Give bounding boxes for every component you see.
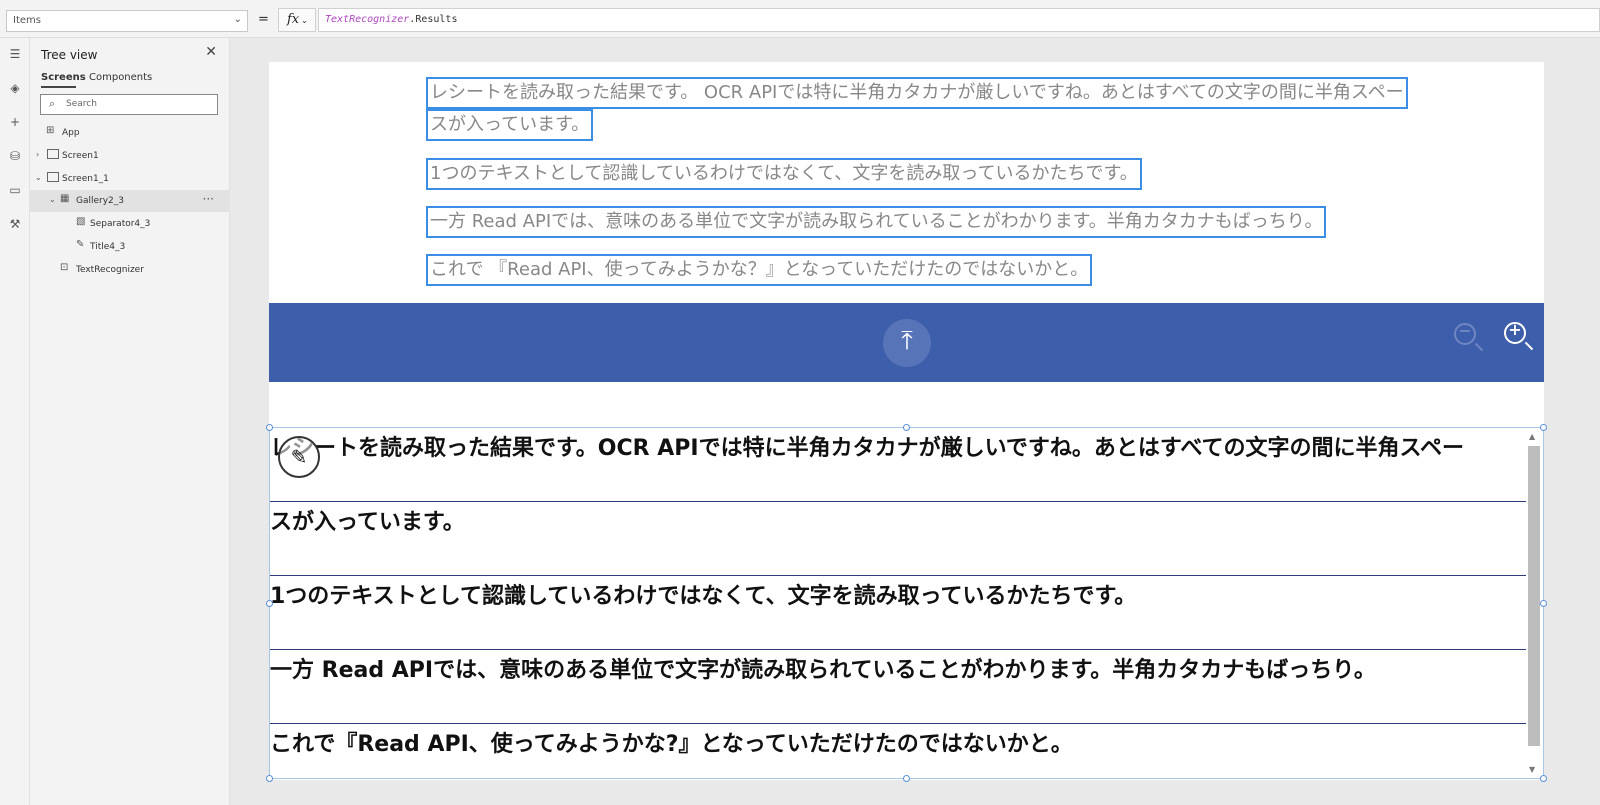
gallery-row[interactable]: 1つのテキストとして認識しているわけではなくて、文字を読み取っているかたちです。 bbox=[270, 576, 1526, 650]
formula-bar: Items ⌄ = fx ⌄ TextRecognizer.Results bbox=[0, 0, 1600, 38]
separator-icon: ▧ bbox=[76, 216, 86, 227]
data-icon[interactable]: ⛁ bbox=[5, 146, 25, 166]
ocr-line-box: スが入っています。 bbox=[426, 109, 594, 141]
chevron-right-icon[interactable]: › bbox=[36, 150, 39, 159]
tree-item-screen1-1[interactable]: ⌄ Screen1_1 bbox=[30, 168, 230, 190]
resize-handle[interactable] bbox=[1540, 600, 1547, 607]
label-icon: ✎ bbox=[76, 239, 85, 250]
resize-handle[interactable] bbox=[1540, 775, 1547, 782]
tree-item-label: Title4_3 bbox=[90, 242, 126, 252]
gallery-row[interactable]: スが入っています。 bbox=[270, 502, 1526, 576]
property-dropdown-value: Items bbox=[13, 15, 41, 26]
equals-sign: = bbox=[258, 12, 269, 27]
app-icon: ⊞ bbox=[46, 125, 55, 136]
search-placeholder: Search bbox=[66, 99, 97, 109]
upload-arrow-icon[interactable]: ⤒ bbox=[883, 319, 931, 367]
tab-components[interactable]: Components bbox=[89, 72, 152, 83]
scroll-up-icon[interactable]: ▲ bbox=[1529, 432, 1535, 441]
row-title: 1つのテキストとして認識しているわけではなくて、文字を読み取っているかたちです。 bbox=[270, 584, 1137, 609]
resize-handle[interactable] bbox=[266, 424, 273, 431]
gallery-row[interactable]: レシートを読み取った結果です。OCR APIでは特に半角カタカナが厳しいですね。… bbox=[270, 428, 1526, 502]
scroll-down-icon[interactable]: ▼ bbox=[1529, 765, 1535, 774]
tree-item-screen1[interactable]: › Screen1 bbox=[30, 145, 230, 167]
formula-property: .Results bbox=[409, 14, 458, 25]
tools-icon[interactable]: ⚒ bbox=[5, 214, 25, 234]
ocr-line-box: これで 『Read API、使ってみようかな？』となっていただけたのではないかと… bbox=[426, 254, 1093, 286]
tree-item-textrecognizer[interactable]: ⊡ TextRecognizer bbox=[30, 259, 230, 281]
tree-item-title4-3[interactable]: ✎ Title4_3 bbox=[30, 236, 230, 258]
formula-object: TextRecognizer bbox=[325, 14, 410, 25]
gallery-icon: ▦ bbox=[60, 193, 70, 204]
scroll-thumb[interactable] bbox=[1528, 446, 1540, 746]
media-icon[interactable]: ▭ bbox=[5, 180, 25, 200]
tree-item-gallery2-3[interactable]: ⌄ ▦ Gallery2_3 ··· bbox=[30, 190, 230, 212]
close-icon[interactable]: ✕ bbox=[205, 44, 217, 60]
tree-item-label: Screen1 bbox=[62, 151, 99, 161]
tree-item-label: Separator4_3 bbox=[90, 219, 151, 229]
chevron-down-icon[interactable]: ⌄ bbox=[49, 195, 56, 204]
tree-item-app[interactable]: ⊞ App bbox=[30, 122, 230, 144]
formula-input[interactable]: TextRecognizer.Results bbox=[318, 8, 1600, 32]
tree-view-panel: Tree view ✕ Screens Components ⌕ Search … bbox=[30, 38, 230, 805]
insert-plus-icon[interactable]: + bbox=[5, 112, 25, 132]
search-input[interactable]: ⌕ Search bbox=[40, 94, 218, 115]
tree-item-label: Screen1_1 bbox=[62, 174, 109, 184]
more-options-icon[interactable]: ··· bbox=[203, 192, 214, 206]
gallery-row[interactable]: これで『Read API、使ってみようかな?』となっていただけたのではないかと。 bbox=[270, 724, 1526, 798]
gallery-results[interactable]: レシートを読み取った結果です。OCR APIでは特に半角カタカナが厳しいですね。… bbox=[266, 424, 1547, 782]
tree-item-label: App bbox=[62, 128, 80, 138]
fx-icon: fx bbox=[287, 12, 300, 27]
chevron-down-icon[interactable]: ⌄ bbox=[35, 173, 42, 182]
tree-view-title: Tree view bbox=[41, 48, 98, 62]
screen-icon bbox=[47, 172, 59, 182]
resize-handle[interactable] bbox=[266, 775, 273, 782]
tree-item-label: Gallery2_3 bbox=[76, 196, 125, 206]
resize-handle[interactable] bbox=[266, 600, 273, 607]
tree-view-icon[interactable]: ◈ bbox=[5, 78, 25, 98]
property-dropdown[interactable]: Items ⌄ bbox=[6, 10, 248, 32]
ocr-line-box: 一方 Read APIでは、意味のある単位で文字が読み取られていることがわかりま… bbox=[426, 206, 1327, 238]
row-title: 一方 Read APIでは、意味のある単位で文字が読み取られていることがわかりま… bbox=[270, 658, 1376, 683]
screen-icon bbox=[47, 149, 59, 159]
tree-item-label: TextRecognizer bbox=[76, 265, 144, 275]
ocr-line-box: 1つのテキストとして認識しているわけではなくて、文字を読み取っているかたちです。 bbox=[426, 158, 1142, 190]
row-title: レシートを読み取った結果です。OCR APIでは特に半角カタカナが厳しいですね。… bbox=[270, 436, 1464, 461]
fx-button[interactable]: fx ⌄ bbox=[278, 8, 316, 32]
receipt-image: レシートを読み取った結果です。 OCR APIでは特に半角カタカナが厳しいですね… bbox=[402, 62, 1410, 303]
tree-item-separator4-3[interactable]: ▧ Separator4_3 bbox=[30, 213, 230, 235]
left-rail: ☰ ◈ + ⛁ ▭ ⚒ bbox=[0, 38, 30, 805]
edit-pencil-icon[interactable]: ✎ bbox=[278, 436, 320, 478]
resize-handle[interactable] bbox=[903, 424, 910, 431]
search-icon: ⌕ bbox=[49, 97, 56, 110]
app-canvas: レシートを読み取った結果です。 OCR APIでは特に半角カタカナが厳しいですね… bbox=[266, 62, 1547, 782]
zoom-out-icon[interactable]: − bbox=[1454, 321, 1476, 351]
gallery-row[interactable]: 一方 Read APIでは、意味のある単位で文字が読み取られていることがわかりま… bbox=[270, 650, 1526, 724]
row-title: スが入っています。 bbox=[270, 510, 465, 535]
chevron-down-icon: ⌄ bbox=[233, 14, 242, 25]
chevron-down-icon: ⌄ bbox=[301, 16, 308, 25]
resize-handle[interactable] bbox=[1540, 424, 1547, 431]
text-recognizer-icon: ⊡ bbox=[60, 262, 69, 273]
row-title: これで『Read API、使ってみようかな?』となっていただけたのではないかと。 bbox=[270, 732, 1073, 757]
resize-handle[interactable] bbox=[903, 775, 910, 782]
gallery-scrollbar[interactable]: ▲ ▼ bbox=[1527, 432, 1541, 776]
hamburger-menu-icon[interactable]: ☰ bbox=[5, 44, 25, 64]
image-toolbar: ⤒ − + bbox=[269, 303, 1544, 382]
ocr-line-box: レシートを読み取った結果です。 OCR APIでは特に半角カタカナが厳しいですね… bbox=[426, 77, 1408, 109]
tab-screens[interactable]: Screens bbox=[41, 72, 86, 83]
active-tab-indicator bbox=[41, 86, 76, 88]
zoom-in-icon[interactable]: + bbox=[1504, 320, 1526, 351]
